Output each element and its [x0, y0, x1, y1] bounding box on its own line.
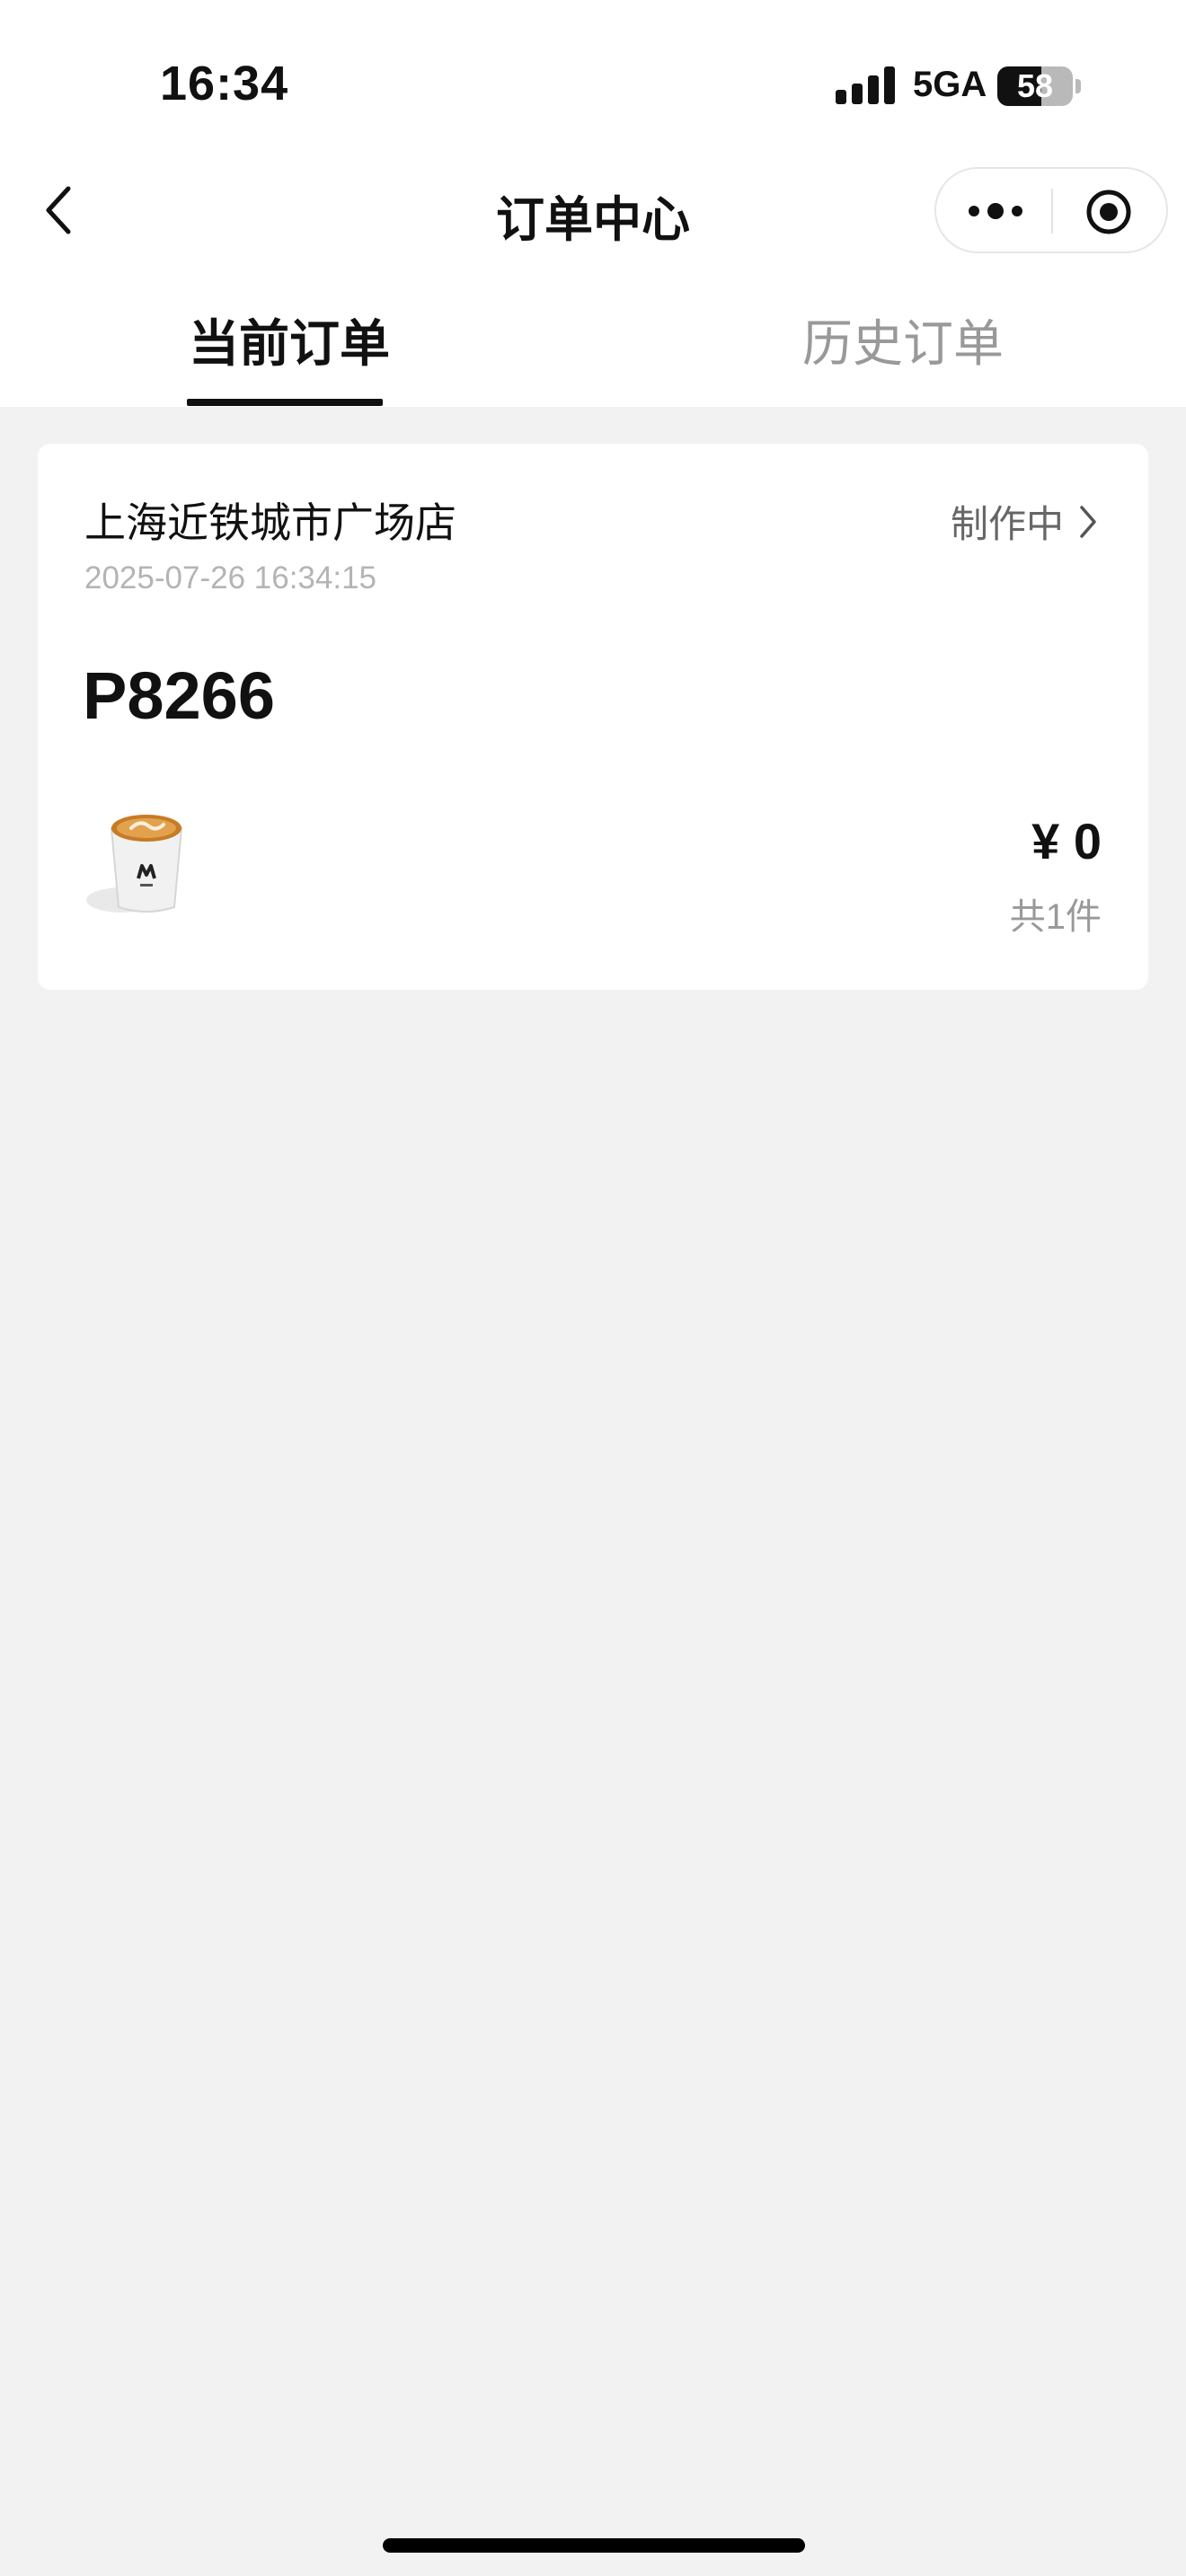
- battery-icon: 58: [997, 66, 1073, 106]
- order-price: ¥ 0: [1031, 813, 1102, 869]
- order-card[interactable]: 上海近铁城市广场店 2025-07-26 16:34:15 制作中 P8266 …: [38, 444, 1148, 990]
- mini-program-capsule: [934, 167, 1168, 253]
- active-tab-indicator: [187, 399, 383, 406]
- network-type: 5GA: [913, 65, 987, 104]
- item-count: 共1件: [1009, 897, 1102, 937]
- header-area: 16:34 5GA 58 订单中心 当前订单 历史订单: [0, 0, 1186, 407]
- status-time: 16:34: [160, 57, 289, 110]
- target-circle-icon[interactable]: [1084, 188, 1133, 236]
- signal-icon: [836, 66, 895, 104]
- tab-current-orders[interactable]: 当前订单: [189, 304, 390, 376]
- capsule-divider: [1051, 189, 1053, 234]
- store-name: 上海近铁城市广场店: [84, 499, 456, 546]
- coffee-cup-icon: [86, 815, 183, 913]
- pickup-code: P8266: [83, 658, 275, 733]
- chevron-right-icon: [1080, 505, 1096, 538]
- battery-level: 58: [1016, 67, 1054, 104]
- order-status: 制作中: [950, 503, 1064, 545]
- order-status-link[interactable]: 制作中: [951, 494, 1098, 549]
- more-dots-icon[interactable]: [967, 198, 1024, 225]
- home-indicator: [383, 2538, 805, 2553]
- order-time: 2025-07-26 16:34:15: [84, 560, 376, 595]
- tab-history-orders[interactable]: 历史订单: [802, 304, 1004, 376]
- battery-tip: [1075, 79, 1081, 93]
